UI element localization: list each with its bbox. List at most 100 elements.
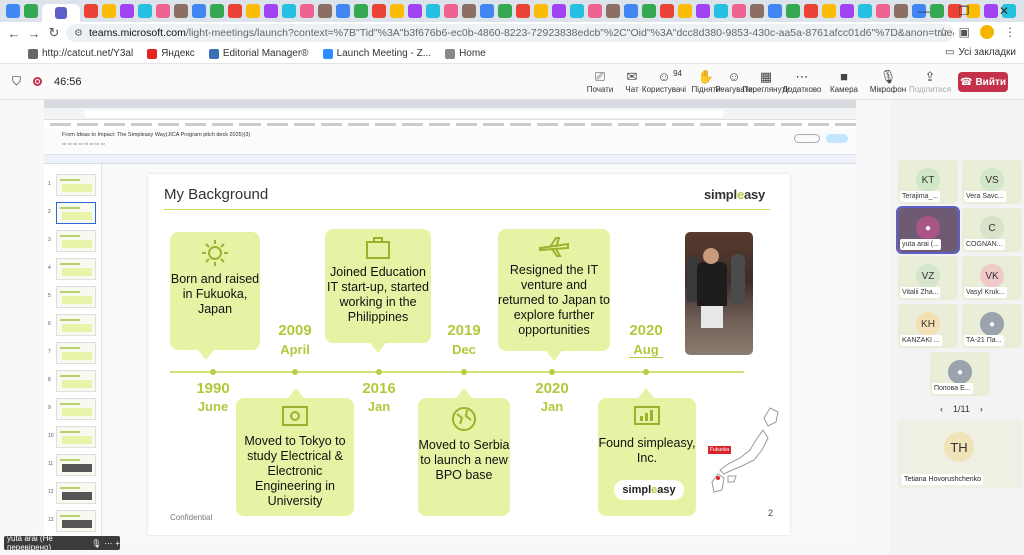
tab-favicon-icon[interactable] — [390, 4, 404, 18]
tab-favicon-icon[interactable] — [426, 4, 440, 18]
all-bookmarks[interactable]: ▭ Усі закладки — [945, 47, 1016, 58]
participant-tile[interactable]: C COGNAN... — [962, 208, 1022, 252]
menu-icon[interactable]: ⋮ — [1004, 25, 1016, 39]
tab-favicon-icon[interactable] — [786, 4, 800, 18]
toolbar-button-share-tray[interactable]: ⇪ Поділитися — [908, 69, 952, 94]
tab-favicon-icon[interactable] — [768, 4, 782, 18]
event-month: Dec — [452, 342, 476, 357]
tab-favicon-icon[interactable] — [174, 4, 188, 18]
tab-favicon-icon[interactable] — [102, 4, 116, 18]
tab-favicon-icon[interactable] — [696, 4, 710, 18]
tab-favicon-icon[interactable] — [732, 4, 746, 18]
participant-tile[interactable]: KH KANZAKI ... — [898, 304, 958, 348]
bookmark-item[interactable]: Home — [445, 48, 486, 59]
tab-favicon-icon[interactable] — [318, 4, 332, 18]
tab-favicon-icon[interactable] — [516, 4, 530, 18]
tab-favicon-icon[interactable] — [192, 4, 206, 18]
bookmark-item[interactable]: http://catcut.net/Y3al — [28, 48, 133, 59]
address-bar: ← → ↻ ⚙ teams.microsoft.com /light-meeti… — [0, 22, 1024, 44]
bookmark-item[interactable]: Launch Meeting - Z... — [322, 48, 431, 59]
tab-favicon-icon[interactable] — [642, 4, 656, 18]
bookmark-item[interactable]: Editorial Manager® — [208, 48, 309, 59]
chevron-left-icon[interactable]: ‹ — [940, 404, 943, 414]
tab-favicon-icon[interactable] — [462, 4, 476, 18]
tab-favicon-icon[interactable] — [678, 4, 692, 18]
tab-favicon-icon[interactable] — [750, 4, 764, 18]
tab-favicon-icon[interactable] — [858, 4, 872, 18]
tab-favicon-icon[interactable] — [354, 4, 368, 18]
tab-favicon-icon[interactable] — [138, 4, 152, 18]
shared-bookmark — [455, 123, 477, 126]
slide-thumbnail: 4 — [48, 258, 96, 280]
tab-favicon-icon[interactable] — [6, 4, 20, 18]
toolbar-button-camera[interactable]: ■ Камера — [822, 69, 866, 94]
participant-tile[interactable]: VK Vasyl Kruk... — [962, 256, 1022, 300]
participant-tile[interactable]: VZ Vitalii Zha... — [898, 256, 958, 300]
tab-favicon-icon[interactable] — [588, 4, 602, 18]
event-year: 2019 — [447, 322, 481, 339]
forward-icon[interactable]: → — [24, 26, 44, 41]
tab-favicon-icon[interactable] — [570, 4, 584, 18]
participant-tile[interactable]: KT Terajima_... — [898, 160, 958, 204]
tab-favicon-icon[interactable] — [480, 4, 494, 18]
tab-favicon-icon[interactable] — [876, 4, 890, 18]
minimize-icon[interactable]: — — [904, 0, 944, 22]
toolbar-button-mic[interactable]: 🎙 Мікрофон — [866, 69, 910, 94]
site-info-icon[interactable]: ⚙ — [74, 28, 83, 39]
bookmark-item[interactable]: Яндекс — [147, 48, 195, 59]
tab-favicon-icon[interactable] — [120, 4, 134, 18]
star-icon[interactable]: ☆ — [938, 25, 949, 39]
bookmark-icon — [28, 48, 38, 59]
tab-favicon-icon[interactable] — [822, 4, 836, 18]
tab-favicon-icon[interactable] — [282, 4, 296, 18]
active-tab[interactable] — [42, 4, 80, 22]
tab-favicon-icon[interactable] — [498, 4, 512, 18]
participant-tile[interactable]: VS Vera Savc... — [962, 160, 1022, 204]
tab-favicon-icon[interactable] — [24, 4, 38, 18]
participant-name: Vasyl Kruk... — [964, 287, 1007, 298]
shared-bookmark — [672, 123, 694, 126]
tab-favicon-icon[interactable] — [156, 4, 170, 18]
toolbar-button-people[interactable]: ☺ 94 Користувачі — [642, 69, 686, 94]
extensions-icon[interactable]: ▣ — [959, 25, 970, 39]
participant-tile-large[interactable]: TH Tetiana Hovorushchenko — [898, 420, 1022, 488]
participant-tile[interactable]: ● ТА-21 Па... — [962, 304, 1022, 348]
leave-button[interactable]: ☎ Вийти — [958, 72, 1008, 92]
tab-favicon-icon[interactable] — [444, 4, 458, 18]
reload-icon[interactable]: ↻ — [44, 25, 64, 41]
tab-favicon-icon[interactable] — [84, 4, 98, 18]
tab-favicon-icon[interactable] — [714, 4, 728, 18]
tab-favicon-icon[interactable] — [804, 4, 818, 18]
self-video-caption[interactable]: yuta arai (Не перевірено) 🎙 ⋯ + — [4, 534, 120, 552]
tab-favicon-icon[interactable] — [552, 4, 566, 18]
meeting-timer: 46:56 — [54, 75, 82, 88]
back-icon[interactable]: ← — [4, 26, 24, 41]
participant-tile[interactable]: ● yuta arai (... — [896, 206, 960, 254]
shared-bookmark — [158, 123, 180, 126]
tab-favicon-icon[interactable] — [210, 4, 224, 18]
tab-favicon-icon[interactable] — [336, 4, 350, 18]
profile-avatar[interactable] — [980, 25, 994, 39]
tab-favicon-icon[interactable] — [606, 4, 620, 18]
maximize-icon[interactable]: ❐ — [944, 0, 984, 22]
toolbar-button-more[interactable]: ⋯ Додатково — [780, 69, 824, 94]
tab-favicon-icon[interactable] — [624, 4, 638, 18]
tab-favicon-icon[interactable] — [534, 4, 548, 18]
close-icon[interactable]: ✕ — [984, 0, 1024, 22]
add-icon[interactable]: + — [115, 539, 120, 548]
tab-favicon-icon[interactable] — [840, 4, 854, 18]
shared-tab-strip — [44, 100, 856, 108]
chevron-right-icon[interactable]: › — [980, 404, 983, 414]
tab-favicon-icon[interactable] — [300, 4, 314, 18]
url-input[interactable]: ⚙ teams.microsoft.com /light-meetings/la… — [66, 24, 954, 42]
shield-icon[interactable]: ⛉ — [12, 74, 21, 89]
tab-favicon-icon[interactable] — [660, 4, 674, 18]
tab-favicon-icon[interactable] — [408, 4, 422, 18]
tab-favicon-icon[interactable] — [372, 4, 386, 18]
more-icon[interactable]: ⋯ — [104, 539, 112, 548]
tab-favicon-icon[interactable] — [228, 4, 242, 18]
tab-favicon-icon[interactable] — [246, 4, 260, 18]
participant-tile[interactable]: ● Попова Е... — [930, 352, 990, 396]
slide-thumbnail: 6 — [48, 314, 96, 336]
tab-favicon-icon[interactable] — [264, 4, 278, 18]
